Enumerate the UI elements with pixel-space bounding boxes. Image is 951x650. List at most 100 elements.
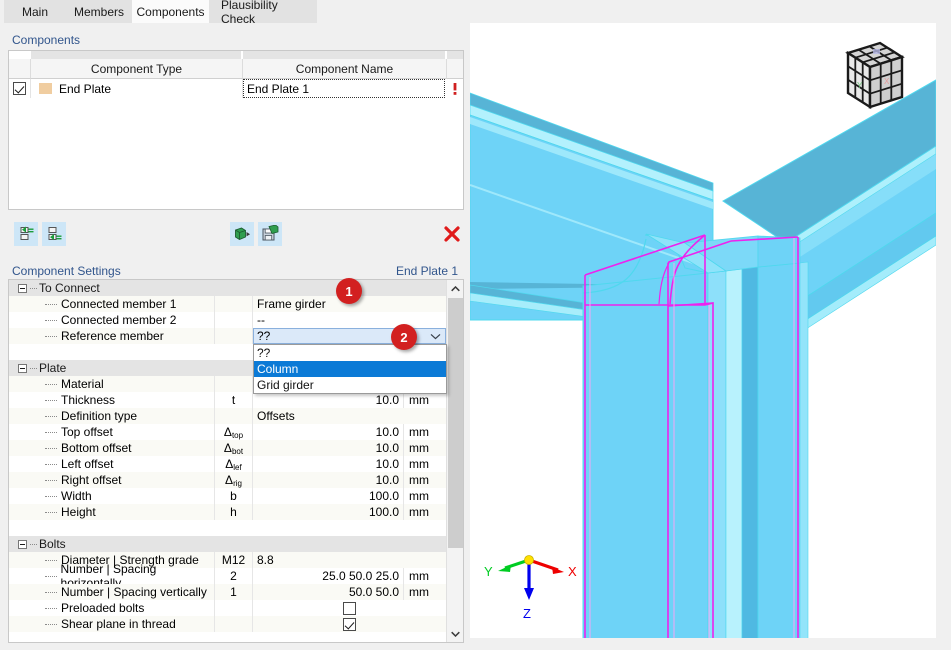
scroll-down-icon[interactable] xyxy=(447,625,463,642)
delete-component-button[interactable] xyxy=(440,222,464,246)
scrollbar-thumb[interactable] xyxy=(448,298,463,548)
cell-component-type-label: End Plate xyxy=(59,81,112,96)
property-value: 25.0 50.0 25.0 xyxy=(322,569,399,583)
property-row-height[interactable]: Height h 100.0 mm xyxy=(9,504,446,520)
property-value-cell[interactable]: 100.0 xyxy=(253,504,403,520)
property-symbol: Δrig xyxy=(225,473,242,488)
tab-plausibility-check[interactable]: Plausibility Check xyxy=(209,0,317,26)
property-value-cell[interactable]: Offsets xyxy=(253,408,446,424)
dropdown-option-label: Grid girder xyxy=(257,378,314,392)
property-value-cell[interactable]: 25.0 50.0 25.0 xyxy=(253,568,403,584)
property-unit: mm xyxy=(409,473,429,487)
tree-dash xyxy=(30,543,37,545)
dropdown-option-unknown[interactable]: ?? xyxy=(254,345,446,361)
reference-member-dropdown-list[interactable]: ?? Column Grid girder xyxy=(253,344,447,394)
property-value-cell[interactable]: 10.0 xyxy=(253,440,403,456)
row-enabled-checkbox[interactable] xyxy=(9,79,31,98)
property-row-number-spacing-vertically[interactable]: Number | Spacing vertically 1 50.0 50.0 … xyxy=(9,584,446,600)
property-value-cell[interactable]: -- xyxy=(253,312,446,328)
property-row-definition-type[interactable]: Definition type Offsets xyxy=(9,408,446,424)
property-value-cell[interactable]: 10.0 xyxy=(253,456,403,472)
chevron-down-icon[interactable] xyxy=(429,330,442,343)
property-grid-scrollbar[interactable] xyxy=(446,280,463,642)
property-symbol-cell xyxy=(215,376,253,392)
scroll-up-icon[interactable] xyxy=(447,280,463,297)
column-header-component-type[interactable]: Component Type xyxy=(31,59,243,79)
property-row-preloaded-bolts[interactable]: Preloaded bolts xyxy=(9,600,446,616)
property-row-number-spacing-horizontally[interactable]: Number | Spacing horizontally 2 25.0 50.… xyxy=(9,562,446,590)
component-name-value: End Plate 1 xyxy=(247,81,310,96)
property-label-cell: Definition type xyxy=(9,408,215,424)
property-value-cell[interactable]: 10.0 xyxy=(253,472,403,488)
property-label: Connected member 1 xyxy=(61,297,177,311)
3d-viewport[interactable]: Y X X Y Z xyxy=(470,23,951,644)
tab-main[interactable]: Main xyxy=(4,0,66,23)
insert-component-above-icon[interactable] xyxy=(14,222,38,246)
property-row-shear-plane-in-thread[interactable]: Shear plane in thread xyxy=(9,616,446,632)
close-x-icon xyxy=(444,226,460,242)
property-value-cell[interactable]: 10.0 xyxy=(253,392,403,408)
component-color-swatch xyxy=(39,83,52,94)
property-symbol: b xyxy=(230,489,237,503)
cell-component-type[interactable]: End Plate xyxy=(31,79,243,98)
tab-members[interactable]: Members xyxy=(66,0,132,23)
property-symbol-cell xyxy=(215,296,253,312)
chevron-down-glyph xyxy=(451,631,460,637)
component-name-input[interactable]: End Plate 1 xyxy=(243,79,445,98)
preloaded-bolts-checkbox[interactable] xyxy=(253,600,446,616)
coordinate-axes-gizmo: X Y Z xyxy=(482,526,592,626)
property-group-bolts[interactable]: Bolts xyxy=(9,536,446,552)
collapse-icon[interactable] xyxy=(18,363,27,373)
table-row[interactable]: End Plate End Plate 1 xyxy=(9,79,463,98)
property-row-left-offset[interactable]: Left offset Δlef 10.0 mm xyxy=(9,456,446,472)
property-symbol-cell xyxy=(215,312,253,328)
axis-label-x: X xyxy=(568,564,577,579)
property-row-connected-member-2[interactable]: Connected member 2 -- xyxy=(9,312,446,328)
property-label-cell: Connected member 1 xyxy=(9,296,215,312)
components-section-title: Components xyxy=(12,32,81,47)
property-value-cell[interactable]: 8.8 xyxy=(253,552,446,568)
viewport-bottom-gutter xyxy=(470,638,951,644)
dropdown-option-column[interactable]: Column xyxy=(254,361,446,377)
view-orientation-cube[interactable]: Y X xyxy=(818,35,906,123)
shear-plane-in-thread-checkbox[interactable] xyxy=(253,616,446,632)
property-label: Definition type xyxy=(61,409,138,423)
import-component-icon[interactable] xyxy=(230,222,254,246)
property-unit-cell: mm xyxy=(403,392,446,408)
insert-component-below-icon[interactable] xyxy=(42,222,66,246)
3d-scene[interactable]: Y X X Y Z xyxy=(470,23,936,644)
row-warning-cell[interactable] xyxy=(447,79,463,98)
property-value-cell[interactable]: 100.0 xyxy=(253,488,403,504)
property-row-bottom-offset[interactable]: Bottom offset Δbot 10.0 mm xyxy=(9,440,446,456)
property-row-thickness[interactable]: Thickness t 10.0 mm xyxy=(9,392,446,408)
property-unit: mm xyxy=(409,441,429,455)
property-value: 100.0 xyxy=(368,505,399,519)
property-symbol-cell[interactable]: M12 xyxy=(215,552,253,568)
property-symbol-cell[interactable]: 2 xyxy=(215,568,253,584)
dropdown-option-label: ?? xyxy=(257,346,271,360)
property-unit-cell: mm xyxy=(403,440,446,456)
dropdown-option-grid-girder[interactable]: Grid girder xyxy=(254,377,446,393)
property-symbol-cell[interactable]: 1 xyxy=(215,584,253,600)
property-unit-cell: mm xyxy=(403,568,446,584)
save-component-icon[interactable] xyxy=(258,222,282,246)
column-header-status[interactable] xyxy=(447,59,463,79)
collapse-icon[interactable] xyxy=(18,283,27,293)
column-header-select[interactable] xyxy=(9,59,31,79)
property-row-width[interactable]: Width b 100.0 mm xyxy=(9,488,446,504)
property-value-cell[interactable]: 50.0 50.0 xyxy=(253,584,403,600)
property-row-right-offset[interactable]: Right offset Δrig 10.0 mm xyxy=(9,472,446,488)
component-settings-title: Component Settings xyxy=(12,263,121,278)
property-unit-cell: mm xyxy=(403,456,446,472)
reference-member-combobox[interactable]: ?? xyxy=(253,328,446,344)
property-group-to-connect[interactable]: To Connect xyxy=(9,280,446,296)
components-grid-header: Component Type Component Name xyxy=(9,59,463,79)
property-symbol-cell: Δrig xyxy=(215,472,253,488)
collapse-icon[interactable] xyxy=(18,539,27,549)
property-row-top-offset[interactable]: Top offset Δtop 10.0 mm xyxy=(9,424,446,440)
tab-components[interactable]: Components xyxy=(132,0,209,23)
callout-badge-1: 1 xyxy=(336,278,362,304)
property-row-connected-member-1[interactable]: Connected member 1 Frame girder xyxy=(9,296,446,312)
property-value-cell[interactable]: 10.0 xyxy=(253,424,403,440)
column-header-component-name[interactable]: Component Name xyxy=(243,59,447,79)
